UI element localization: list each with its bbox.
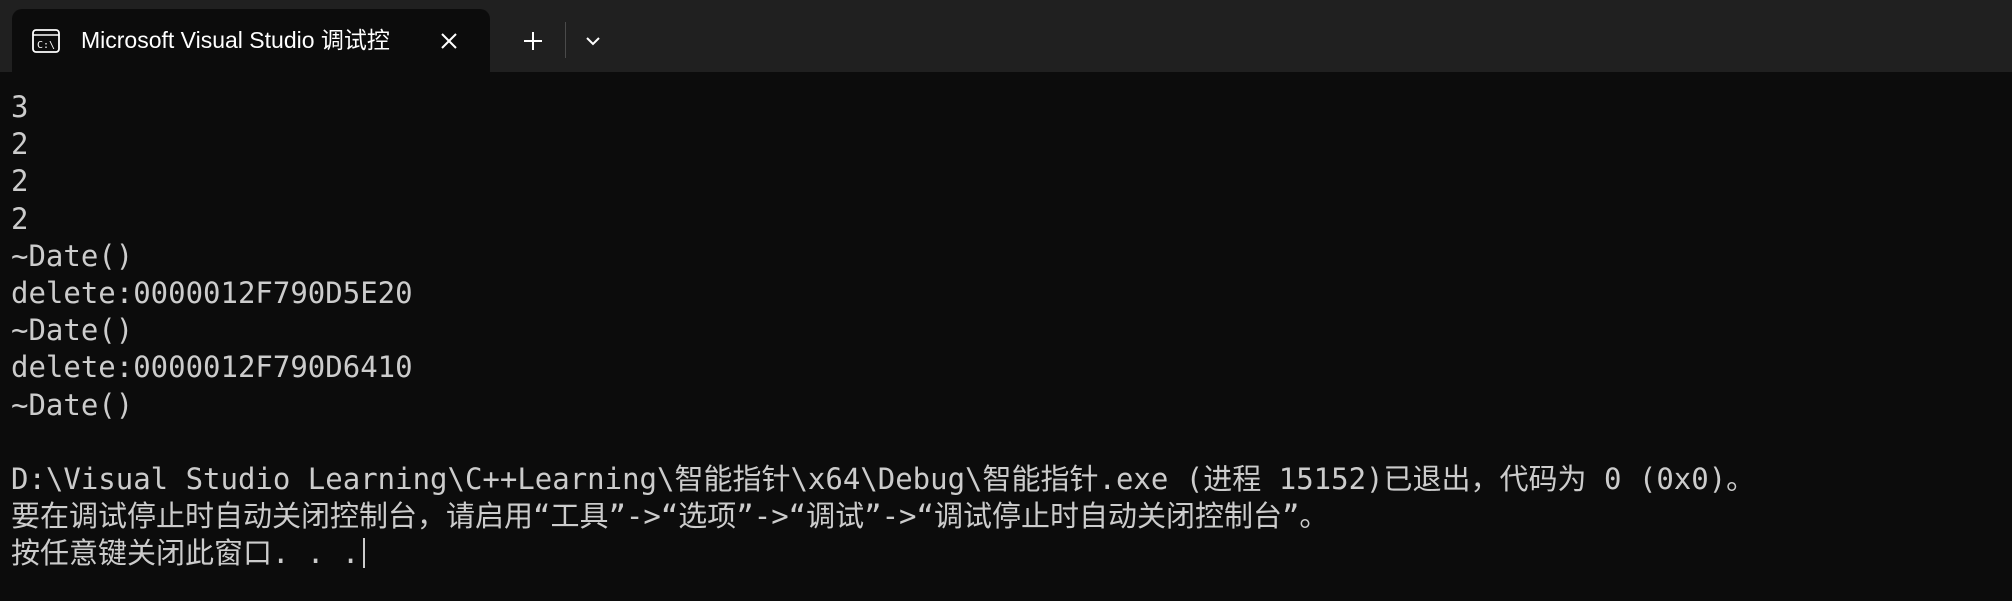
console-prompt-line: 按任意键关闭此窗口. . . bbox=[11, 535, 2006, 572]
console-line: delete:0000012F790D5E20 bbox=[11, 275, 413, 310]
tab-title: Microsoft Visual Studio 调试控 bbox=[81, 27, 390, 53]
console-line: delete:0000012F790D6410 bbox=[11, 350, 413, 385]
console-line: ~Date() bbox=[11, 313, 134, 348]
new-tab-button[interactable] bbox=[516, 24, 550, 58]
svg-text:C:\: C:\ bbox=[37, 40, 55, 51]
close-icon[interactable] bbox=[436, 28, 462, 54]
console-line: 要在调试停止时自动关闭控制台，请启用“工具”->“选项”->“调试”->“调试停… bbox=[11, 499, 1329, 534]
console-line: 2 bbox=[11, 164, 29, 199]
console-line: ~Date() bbox=[11, 238, 134, 273]
console-line: 2 bbox=[11, 201, 29, 236]
console-line: 2 bbox=[11, 127, 29, 162]
terminal-window: C:\ Microsoft Visual Studio 调试控 3 2 2 2 … bbox=[0, 0, 2012, 601]
tab-bar: C:\ Microsoft Visual Studio 调试控 bbox=[0, 0, 2012, 72]
tab-debug-console[interactable]: C:\ Microsoft Visual Studio 调试控 bbox=[12, 9, 490, 72]
console-line: 3 bbox=[11, 90, 29, 124]
chevron-down-icon[interactable] bbox=[578, 24, 608, 58]
tab-separator bbox=[565, 22, 566, 58]
console-line: D:\Visual Studio Learning\C++Learning\智能… bbox=[11, 461, 1756, 496]
text-cursor bbox=[363, 538, 366, 569]
console-line: ~Date() bbox=[11, 387, 134, 422]
console-icon: C:\ bbox=[32, 29, 60, 53]
console-prompt-text: 按任意键关闭此窗口. . . bbox=[11, 536, 360, 571]
console-output[interactable]: 3 2 2 2 ~Date() delete:0000012F790D5E20 … bbox=[11, 89, 2006, 594]
